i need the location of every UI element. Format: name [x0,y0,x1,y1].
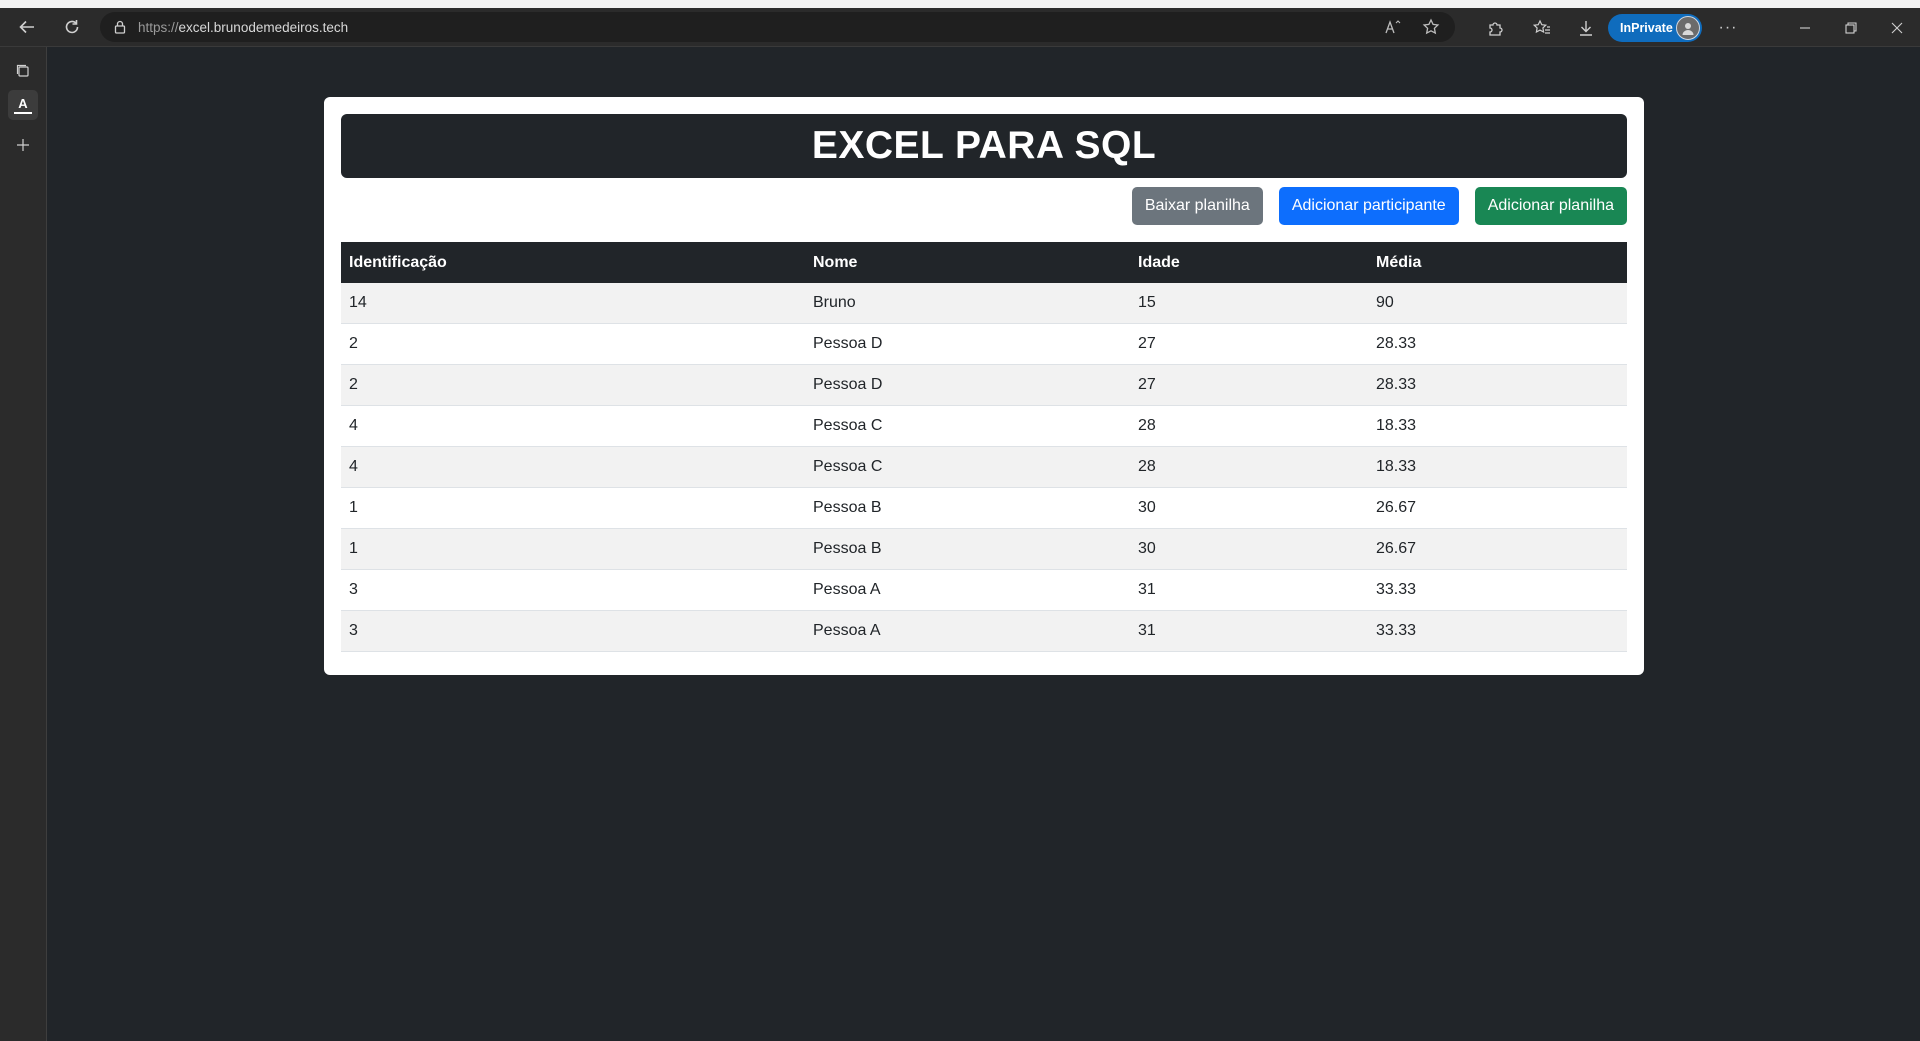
column-header-nome: Nome [813,253,858,271]
cell-identificacao: 2 [341,323,805,365]
download-sheet-button[interactable]: Baixar planilha [1131,187,1263,225]
close-window-button[interactable] [1874,8,1920,47]
cell-identificacao: 2 [341,364,805,406]
puzzle-icon [1489,21,1503,36]
table-row: 2 Pessoa D 27 28.33 [341,364,1627,406]
cell-identificacao: 1 [341,528,805,570]
table-header-row: Identificação Nome Idade Média [341,242,1627,283]
cell-nome: Pessoa B [805,487,1130,529]
cell-identificacao: 4 [341,446,805,488]
cell-identificacao: 14 [341,283,805,324]
cell-media: 18.33 [1368,405,1627,447]
cell-media: 26.67 [1368,528,1627,570]
cell-idade: 31 [1130,610,1368,652]
active-tab[interactable]: A [8,90,38,120]
minimize-icon [1800,26,1810,29]
new-tab-button[interactable] [8,130,38,160]
read-aloud-button[interactable] [1377,11,1409,43]
download-icon [1580,20,1592,36]
ellipsis-icon: ··· [1718,18,1738,36]
table-row: 14 Bruno 15 90 [341,283,1627,324]
window-top-strip [0,0,1920,8]
cell-media: 33.33 [1368,610,1627,652]
table-row: 2 Pessoa D 27 28.33 [341,323,1627,365]
profile-avatar-icon [1676,15,1700,40]
table-row: 3 Pessoa A 31 33.33 [341,569,1627,611]
cell-idade: 27 [1130,364,1368,406]
table-row: 4 Pessoa C 28 18.33 [341,446,1627,488]
inprivate-label: InPrivate [1620,20,1673,35]
page-title: EXCEL PARA SQL [811,124,1157,167]
column-header-media: Média [1376,253,1422,271]
read-aloud-icon [1385,20,1401,34]
table-row: 4 Pessoa C 28 18.33 [341,405,1627,447]
column-header-identificacao: Identificação [349,253,447,271]
cell-nome: Pessoa A [805,610,1130,652]
cell-identificacao: 4 [341,405,805,447]
refresh-button[interactable] [56,11,88,43]
downloads-button[interactable] [1570,12,1602,44]
add-participant-button[interactable]: Adicionar participante [1278,187,1459,225]
table-row: 3 Pessoa A 31 33.33 [341,610,1627,652]
back-button[interactable] [11,11,43,43]
restore-button[interactable] [1828,8,1874,47]
plus-icon [17,139,29,151]
tab-actions-icon [16,64,29,77]
url-protocol: https:// [138,19,179,35]
lock-icon [114,20,126,34]
action-buttons: Baixar planilha Adicionar participante A… [341,178,1627,234]
extensions-button[interactable] [1480,12,1512,44]
browser-toolbar: https://excel.brunodemedeiros.tech InPri… [0,8,1920,47]
cell-media: 28.33 [1368,323,1627,365]
cell-idade: 28 [1130,405,1368,447]
minimize-button[interactable] [1782,8,1828,47]
restore-icon [1845,21,1857,34]
page-title-bar: EXCEL PARA SQL [341,114,1627,178]
more-menu-button[interactable]: ··· [1712,12,1744,44]
add-sheet-button[interactable]: Adicionar planilha [1474,187,1627,225]
tab-favicon-icon: A [14,96,32,114]
cell-media: 33.33 [1368,569,1627,611]
address-bar[interactable]: https://excel.brunodemedeiros.tech [100,12,1455,42]
main-card: EXCEL PARA SQL Baixar planilha Adicionar… [324,97,1644,675]
url-domain: excel.brunodemedeiros.tech [178,19,349,35]
favorites-icon [1533,19,1550,34]
cell-nome: Pessoa B [805,528,1130,570]
url-text[interactable]: https://excel.brunodemedeiros.tech [138,20,348,35]
cell-idade: 30 [1130,528,1368,570]
cell-identificacao: 1 [341,487,805,529]
column-header-idade: Idade [1138,253,1180,271]
cell-nome: Pessoa D [805,323,1130,365]
table-row: 1 Pessoa B 30 26.67 [341,487,1627,529]
cell-identificacao: 3 [341,569,805,611]
cell-nome: Pessoa C [805,405,1130,447]
favorites-button[interactable] [1526,12,1558,44]
cell-nome: Pessoa D [805,364,1130,406]
favorite-button[interactable] [1415,11,1447,43]
star-icon [1422,18,1440,35]
close-icon [1891,22,1903,33]
cell-identificacao: 3 [341,610,805,652]
cell-media: 28.33 [1368,364,1627,406]
cell-idade: 15 [1130,283,1368,324]
cell-nome: Pessoa A [805,569,1130,611]
cell-media: 90 [1368,283,1627,324]
cell-media: 26.67 [1368,487,1627,529]
cell-nome: Pessoa C [805,446,1130,488]
participants-table: Identificação Nome Idade Média 14 Bruno … [341,242,1627,652]
table-body: 14 Bruno 15 90 2 Pessoa D 27 28.33 2 Pes… [341,283,1627,652]
cell-idade: 28 [1130,446,1368,488]
arrow-left-icon [19,20,34,34]
cell-idade: 27 [1130,323,1368,365]
cell-idade: 31 [1130,569,1368,611]
table-row: 1 Pessoa B 30 26.67 [341,528,1627,570]
inprivate-profile-button[interactable]: InPrivate [1608,13,1702,42]
cell-nome: Bruno [805,283,1130,324]
tab-actions-button[interactable] [8,56,38,86]
cell-idade: 30 [1130,487,1368,529]
cell-media: 18.33 [1368,446,1627,488]
refresh-icon [65,20,79,34]
vertical-tabs-sidebar: A [0,47,47,1041]
